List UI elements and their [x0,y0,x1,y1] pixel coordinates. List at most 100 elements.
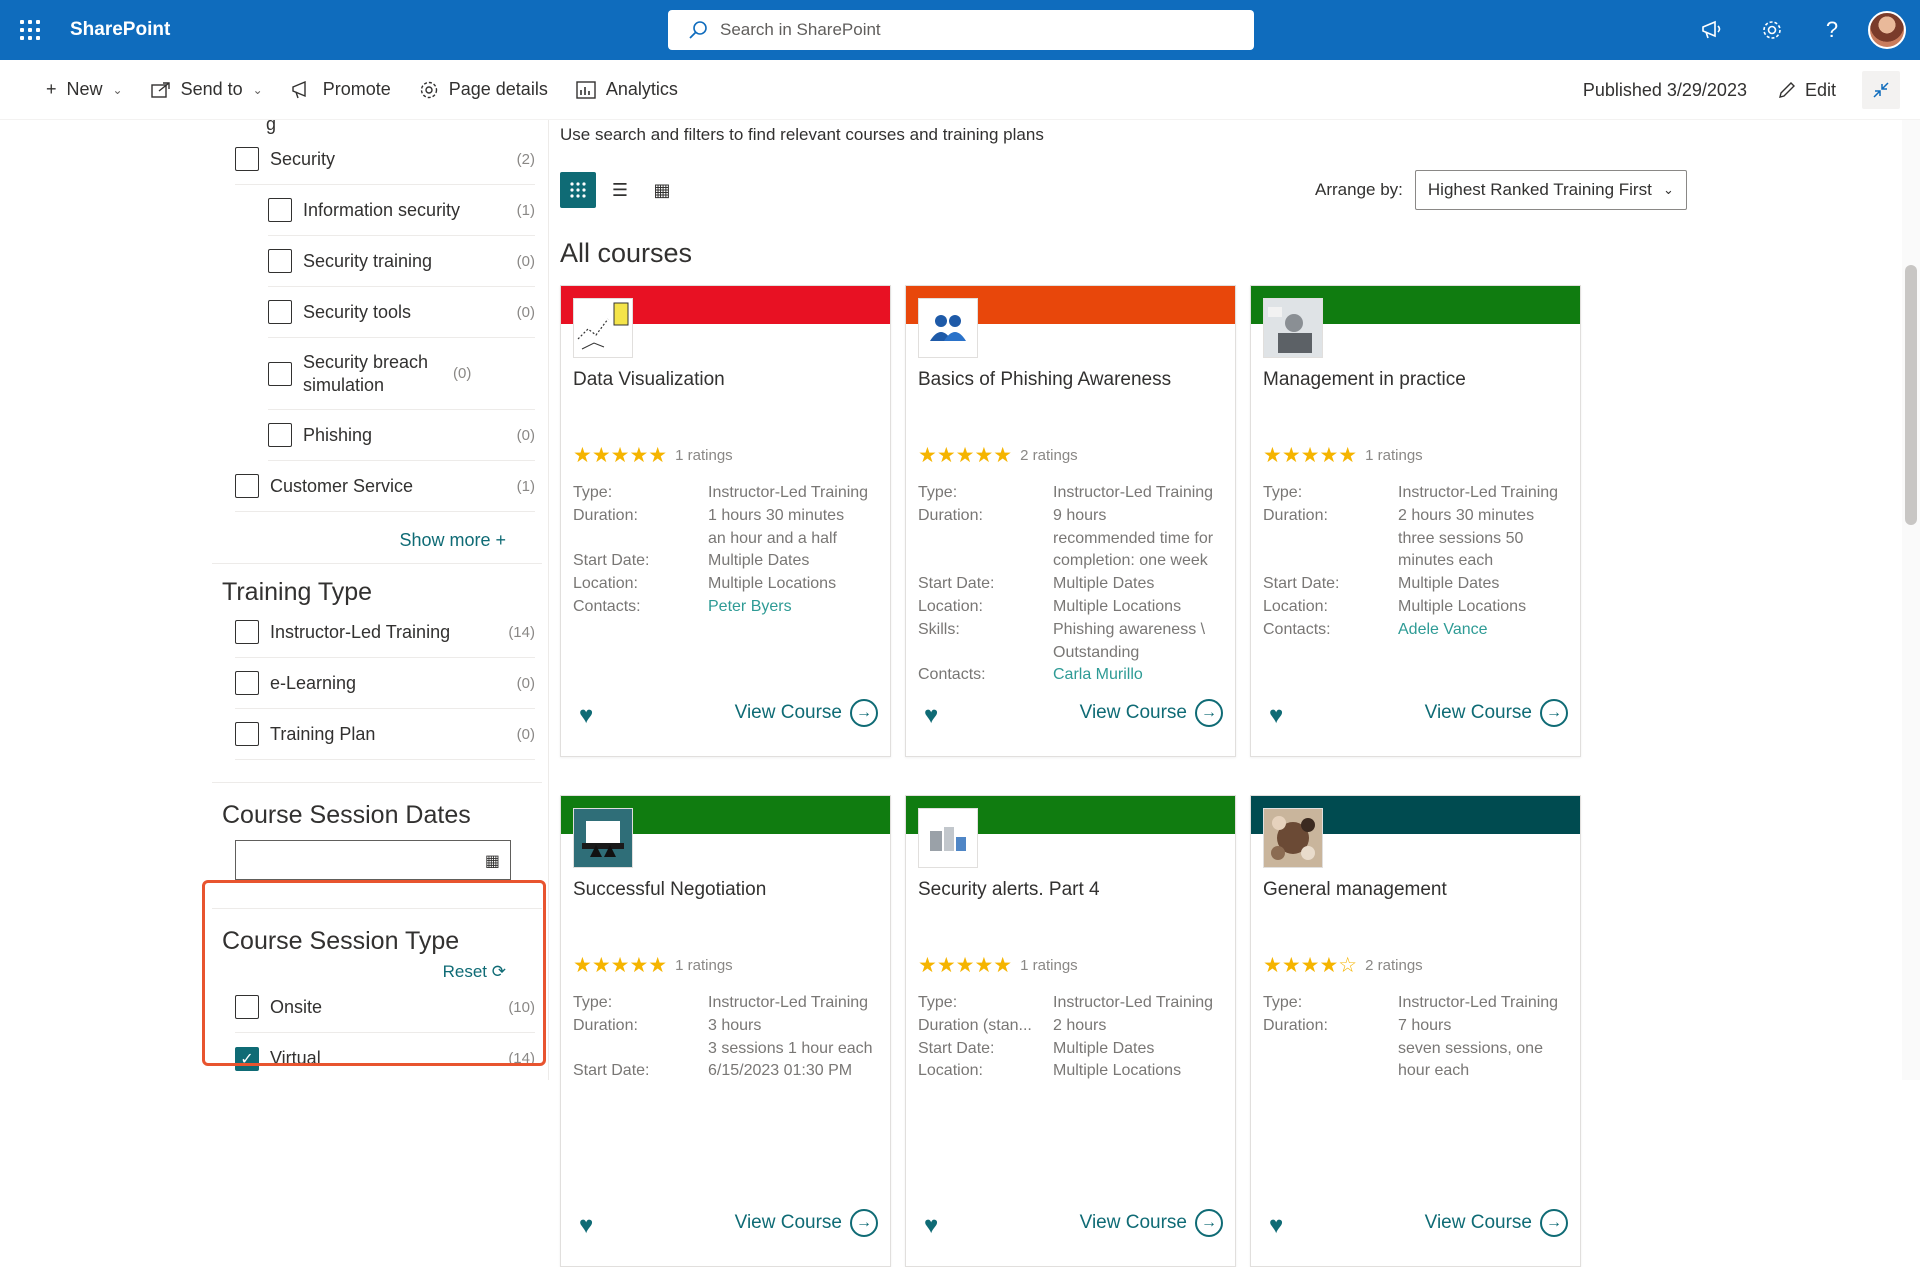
filter-item[interactable]: Training Plan (0) [235,709,535,760]
view-course-button[interactable]: View Course → [735,699,878,727]
heart-icon[interactable]: ♥ [1269,702,1283,730]
scrollbar-thumb[interactable] [1905,265,1917,525]
avatar[interactable] [1868,11,1906,49]
meta-value: Outstanding [1053,643,1140,661]
course-title[interactable]: Successful Negotiation [573,879,766,901]
filter-item[interactable]: Security (2) [235,134,535,185]
calendar-icon[interactable]: ▦ [485,851,500,871]
filter-item[interactable]: Security breach simulation (0) [268,338,535,410]
edit-button[interactable]: Edit [1777,80,1836,101]
filter-item[interactable]: Security tools (0) [268,287,535,338]
view-course-button[interactable]: View Course → [1425,1209,1568,1237]
heart-icon[interactable]: ♥ [579,1212,593,1240]
promote-button[interactable]: Promote [277,60,405,120]
course-card[interactable]: Management in practice ★★★★★ 1 ratings Type… [1250,285,1581,757]
meta-key: Duration: [1263,1016,1328,1034]
help-icon[interactable]: ? [1802,0,1862,60]
filter-item[interactable]: Information security (1) [268,185,535,236]
meta-key: Start Date: [918,575,995,593]
contact-link[interactable]: Carla Murillo [1053,664,1228,687]
meta-value: three sessions 50 [1398,529,1524,547]
meta-row: Type: Instructor-Led Training [1263,992,1573,1015]
filter-item[interactable]: Instructor-Led Training (14) [235,607,535,658]
heart-icon[interactable]: ♥ [579,702,593,730]
filter-label: Instructor-Led Training [270,621,451,642]
meta-row: Start Date: Multiple Dates [918,1038,1228,1061]
new-button[interactable]: + New ⌄ [32,60,137,120]
course-card[interactable]: General management ★★★★☆ 2 ratings Type: Ins… [1250,795,1581,1267]
filter-item[interactable]: e-Learning (0) [235,658,535,709]
checkbox[interactable] [235,474,259,498]
filter-item[interactable]: Security training (0) [268,236,535,287]
search-box[interactable]: Search in SharePoint [668,10,1254,50]
intro-text: Use search and filters to find relevant … [560,125,1044,144]
heart-icon[interactable]: ♥ [1269,1212,1283,1240]
data-visualization-thumbnail [573,298,633,358]
star-rating-icon: ★★★★☆ [1263,954,1358,977]
app-name[interactable]: SharePoint [70,19,170,41]
arrow-right-icon: → [1195,1209,1223,1237]
page-details-button[interactable]: Page details [405,60,562,120]
course-card[interactable]: Security alerts. Part 4 ★★★★★ 1 ratings Typ… [905,795,1236,1267]
course-card[interactable]: Successful Negotiation ★★★★★ 1 ratings Type… [560,795,891,1267]
meta-row: completion: one week [918,550,1228,573]
course-title[interactable]: Basics of Phishing Awareness [918,369,1171,391]
view-course-button[interactable]: View Course → [735,1209,878,1237]
view-course-button[interactable]: View Course → [1080,1209,1223,1237]
meta-key: Type: [1263,994,1303,1011]
checkbox[interactable] [268,300,292,324]
course-meta: Type: Instructor-Led Training Duration: 9 h… [918,482,1228,687]
contact-link[interactable]: Adele Vance [1398,619,1573,642]
meta-row: recommended time for [918,528,1228,551]
checkbox[interactable] [268,249,292,273]
analytics-button[interactable]: Analytics [562,60,692,120]
course-title[interactable]: Data Visualization [573,369,725,391]
suite-bar: SharePoint Search in SharePoint ? [0,0,1920,60]
course-card[interactable]: Data Visualization ★★★★★ 1 ratings Type: Ins… [560,285,891,757]
checkbox[interactable] [268,423,292,447]
app-launcher-icon[interactable] [0,0,60,60]
course-title[interactable]: Management in practice [1263,369,1466,391]
session-date-input[interactable]: ▦ [235,840,511,880]
course-title[interactable]: Security alerts. Part 4 [918,879,1100,901]
course-rating: ★★★★☆ 2 ratings [1263,953,1423,978]
gear-icon[interactable] [1742,0,1802,60]
send-to-button[interactable]: Send to ⌄ [137,60,277,120]
contact-link[interactable]: Peter Byers [708,596,883,619]
calendar-view-icon[interactable]: ▦ [644,172,680,208]
view-course-button[interactable]: View Course → [1080,699,1223,727]
view-course-button[interactable]: View Course → [1425,699,1568,727]
heart-icon[interactable]: ♥ [924,702,938,730]
list-view-icon[interactable]: ☰ [602,172,638,208]
megaphone-icon[interactable] [1682,0,1742,60]
checkbox[interactable] [268,361,292,386]
arrow-right-icon: → [850,699,878,727]
collapse-icon[interactable] [1862,71,1900,109]
filter-item[interactable]: Phishing (0) [268,410,535,461]
meta-key: Contacts: [1263,620,1331,638]
meta-row: Contacts: Adele Vance [1263,619,1573,642]
checkbox[interactable] [235,722,259,746]
training-type-header: Training Type [222,578,373,606]
meta-key: Location: [918,597,983,615]
meta-key [1263,550,1398,573]
course-title[interactable]: General management [1263,879,1447,901]
filter-label: Phishing [303,424,373,445]
filter-item[interactable]: Customer Service (1) [235,461,535,512]
meta-key: Type: [573,484,613,501]
meta-row: Duration: 7 hours [1263,1015,1573,1038]
course-rating: ★★★★★ 1 ratings [573,443,733,468]
meta-key: Start Date: [1263,575,1340,593]
checkbox[interactable] [235,147,259,171]
meta-row: Start Date: Multiple Dates [1263,573,1573,596]
checkbox[interactable] [235,671,259,695]
meta-value: Multiple Dates [1398,575,1500,593]
arrange-select[interactable]: Highest Ranked Training First ⌄ [1414,170,1687,210]
heart-icon[interactable]: ♥ [924,1212,938,1240]
grid-view-icon[interactable] [560,172,596,208]
checkbox[interactable] [268,198,292,222]
checkbox[interactable] [235,620,259,644]
scrollbar[interactable] [1902,120,1920,1080]
show-more-link[interactable]: Show more + [206,530,506,551]
course-card[interactable]: Basics of Phishing Awareness ★★★★★ 2 ratin… [905,285,1236,757]
